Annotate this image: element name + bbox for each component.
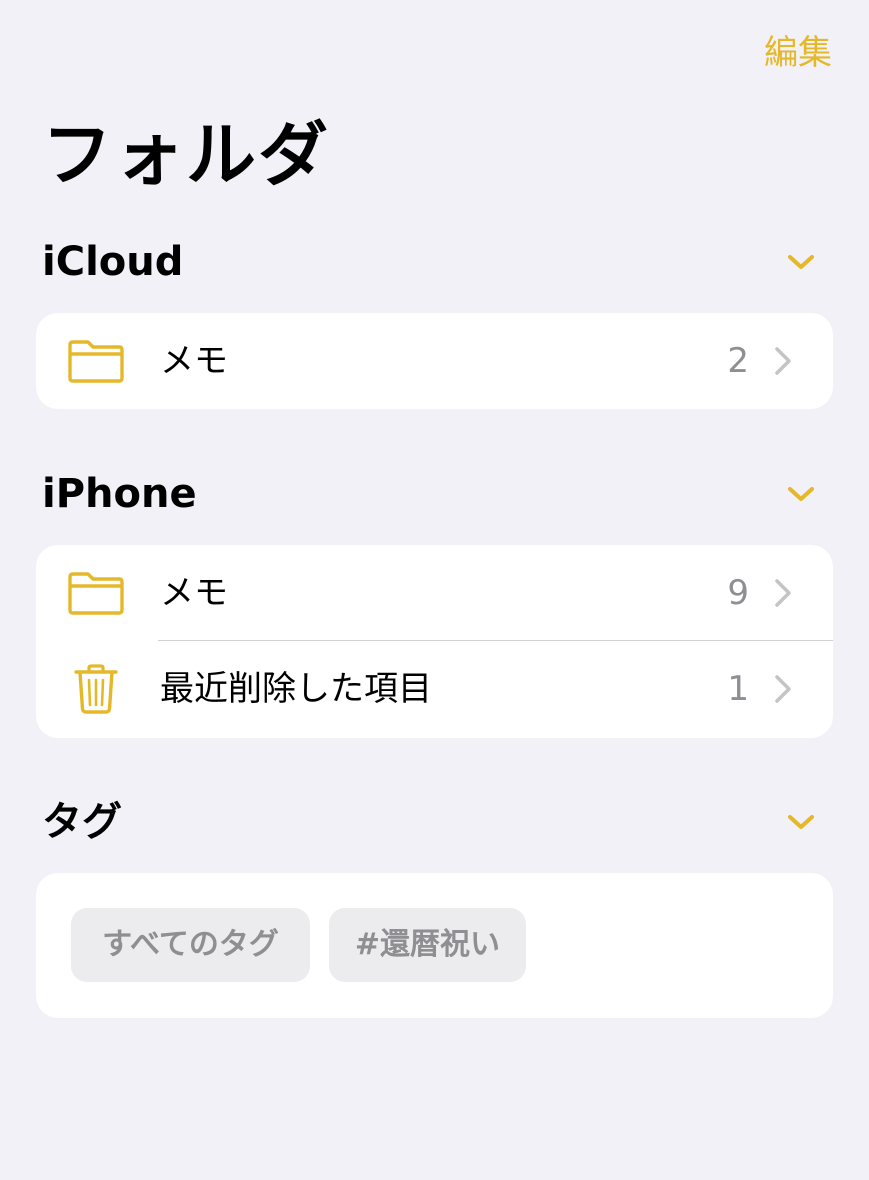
section-header-tags[interactable]: タグ — [42, 794, 833, 850]
edit-button[interactable]: 編集 — [764, 30, 832, 76]
chevron-right-icon — [773, 577, 793, 609]
folder-icon — [66, 335, 126, 387]
row-label: メモ — [160, 341, 228, 381]
folder-row-iphone-memo[interactable]: メモ 9 — [36, 545, 833, 641]
section-title-tags: タグ — [42, 799, 122, 845]
chevron-down-icon[interactable] — [783, 476, 819, 512]
row-count: 1 — [727, 669, 749, 709]
tag-chip-all[interactable]: すべてのタグ — [71, 908, 310, 982]
row-label: メモ — [160, 573, 228, 613]
folder-row-recently-deleted[interactable]: 最近削除した項目 1 — [36, 641, 833, 737]
folder-row-icloud-memo[interactable]: メモ 2 — [36, 313, 833, 409]
tags-card: すべてのタグ #還暦祝い — [36, 873, 833, 1018]
tag-chip-kanreki[interactable]: #還暦祝い — [329, 908, 526, 982]
chevron-down-icon[interactable] — [783, 804, 819, 840]
chevron-right-icon — [773, 673, 793, 705]
folder-icon — [66, 567, 126, 619]
row-count: 2 — [727, 341, 749, 381]
section-header-icloud[interactable]: iCloud — [42, 234, 833, 290]
iphone-folder-list: メモ 9 最近削除した項目 1 — [36, 545, 833, 738]
row-count: 9 — [727, 573, 749, 613]
trash-icon — [66, 663, 126, 715]
row-label: 最近削除した項目 — [160, 669, 432, 709]
icloud-folder-list: メモ 2 — [36, 313, 833, 409]
section-title-iphone: iPhone — [42, 471, 197, 517]
page-title: フォルダ — [42, 114, 330, 196]
section-title-icloud: iCloud — [42, 239, 184, 285]
section-header-iphone[interactable]: iPhone — [42, 466, 833, 522]
chevron-right-icon — [773, 345, 793, 377]
chevron-down-icon[interactable] — [783, 244, 819, 280]
